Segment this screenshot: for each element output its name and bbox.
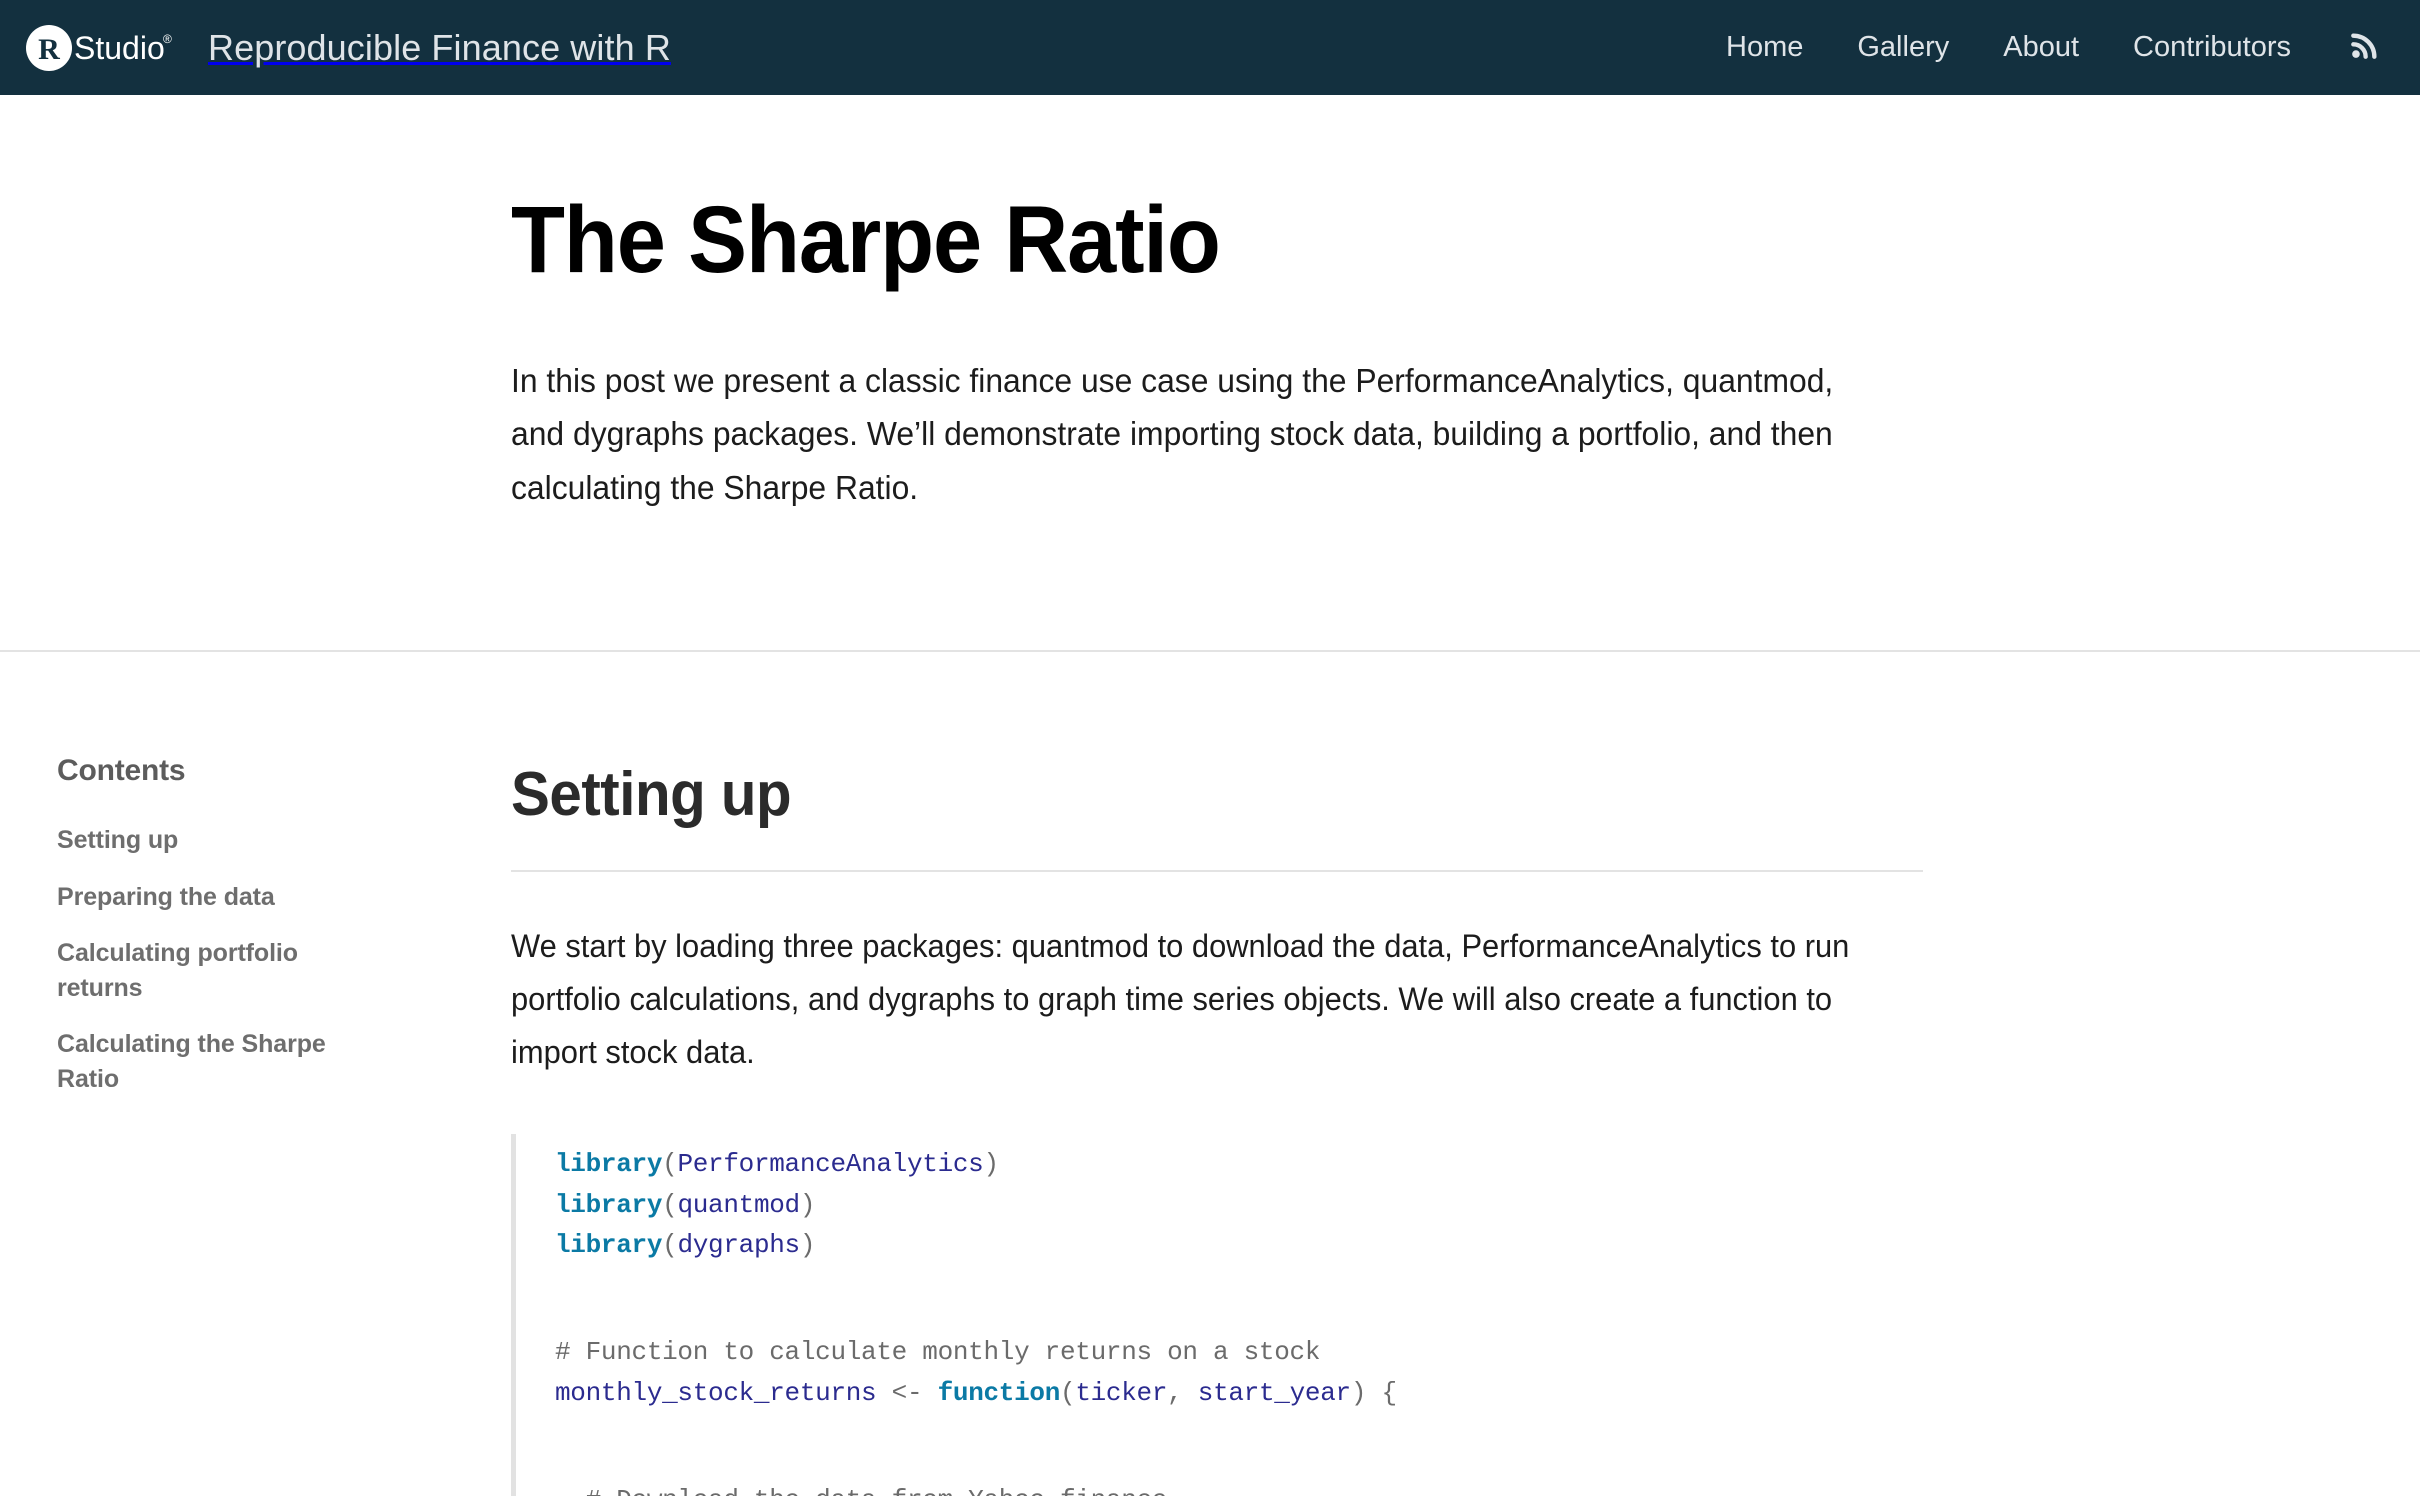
section-heading-setting-up: Setting up [511,762,2193,829]
list-item: Calculating the Sharpe Ratio [57,1027,471,1096]
brand-home-link[interactable]: R Studio ® Reproducible Finance with R [26,0,671,95]
nav-item-about[interactable]: About [1976,33,2106,62]
list-item: Setting up [57,823,471,858]
toc-link-calculating-portfolio-returns[interactable]: Calculating portfolio returns [57,936,367,1005]
svg-text:Studio: Studio [74,30,165,66]
rss-feed-icon [2348,28,2382,67]
article-content: Setting up We start by loading three pac… [511,652,2420,1496]
toc-heading: Contents [57,756,471,786]
rstudio-logo: R Studio ® [26,0,186,95]
svg-text:R: R [38,33,60,66]
code-block: library(PerformanceAnalytics) library(qu… [511,1134,2300,1496]
toc-link-calculating-the-sharpe-ratio[interactable]: Calculating the Sharpe Ratio [57,1027,367,1096]
table-of-contents: Contents Setting up Preparing the data C… [0,652,511,1118]
section-paragraph: We start by loading three packages: quan… [511,872,1881,1078]
code-content: library(PerformanceAnalytics) library(qu… [555,1144,2300,1496]
primary-nav: Home Gallery About Contributors [1699,28,2392,67]
nav-item-contributors[interactable]: Contributors [2106,33,2318,62]
list-item: Calculating portfolio returns [57,936,471,1005]
svg-text:®: ® [163,32,172,46]
page-body: Contents Setting up Preparing the data C… [0,652,2420,1496]
list-item: Preparing the data [57,880,471,915]
toc-link-preparing-the-data[interactable]: Preparing the data [57,880,367,915]
rss-feed-link[interactable] [2318,28,2392,67]
post-description: In this post we present a classic financ… [511,291,1881,514]
site-header: R Studio ® Reproducible Finance with R H… [0,0,2420,95]
site-title: Reproducible Finance with R [208,30,671,66]
toc-list: Setting up Preparing the data Calculatin… [57,823,471,1096]
nav-item-home[interactable]: Home [1699,33,1830,62]
post-hero: The Sharpe Ratio In this post we present… [0,95,2420,652]
nav-item-gallery[interactable]: Gallery [1830,33,1976,62]
page-title: The Sharpe Ratio [511,191,2286,291]
toc-link-setting-up[interactable]: Setting up [57,823,367,858]
